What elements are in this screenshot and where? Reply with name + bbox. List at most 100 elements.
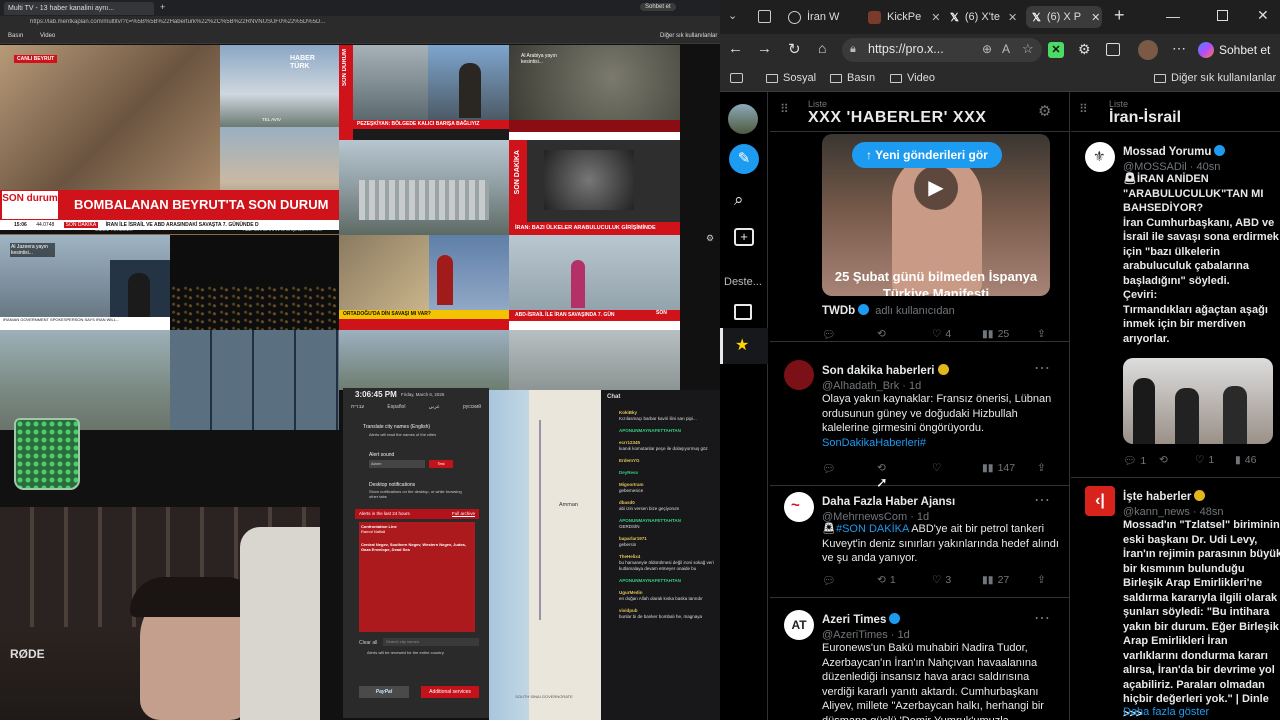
reply-button[interactable]: 💬︎: [822, 462, 835, 475]
tab-multitv[interactable]: Multi TV - 13 haber kanalini aynı...: [4, 2, 154, 15]
lang-russian[interactable]: русский: [463, 404, 481, 410]
tab-iran-war[interactable]: İran W: [782, 6, 858, 28]
lang-spanish[interactable]: Español: [387, 404, 405, 410]
views-button[interactable]: ▮ 46: [1235, 454, 1256, 466]
retweet-button[interactable]: ⟲ 1: [877, 574, 896, 586]
add-column-icon[interactable]: +: [734, 228, 754, 246]
more-options-icon[interactable]: ⋯: [1034, 358, 1050, 378]
zoom-icon[interactable]: ⊕: [982, 42, 992, 56]
chat-username[interactable]: APONUNMAYNAFETTAHTAN: [619, 428, 717, 434]
hashtag-link[interactable]: SonDakikaHaberleri#: [822, 437, 926, 449]
tile-son-durum[interactable]: SON DURUM PEZEŞKİYAN: BÖLGEDE KALICI BAR…: [339, 45, 509, 140]
chat-username[interactable]: DeyRess: [619, 470, 717, 476]
refresh-icon[interactable]: ↻: [788, 40, 801, 58]
map-panel[interactable]: Amman SOUTH SINAI GOVERNORATE: [489, 390, 601, 720]
views-button[interactable]: ▮▮ 147: [982, 462, 1015, 474]
bookmark-basin[interactable]: Basın: [830, 72, 875, 84]
new-tab-plus-icon[interactable]: +: [1114, 5, 1125, 26]
like-button[interactable]: ♡: [932, 462, 941, 474]
favorite-star-icon[interactable]: ☆: [1022, 41, 1034, 57]
author-avatar[interactable]: ‹|: [1085, 486, 1115, 516]
reading-list-icon[interactable]: [730, 73, 743, 83]
workspaces-icon[interactable]: [758, 10, 771, 23]
new-posts-button[interactable]: ↑ Yeni gönderileri gör: [852, 142, 1002, 168]
column-settings-gear-icon[interactable]: ⚙: [1038, 102, 1051, 120]
tile-ortadogu[interactable]: ORTADOĞU'DA DİN SAVAŞI MI VAR?: [339, 235, 509, 330]
tile-hazy-city[interactable]: [509, 330, 680, 390]
compose-post-icon[interactable]: ✎: [729, 144, 759, 174]
address-bar[interactable]: 🔒︎ https://pro.x... ⊕ A ☆: [842, 38, 1042, 62]
search-icon[interactable]: ⌕: [734, 190, 744, 210]
new-tab-button[interactable]: +: [160, 2, 165, 12]
close-icon[interactable]: ✕: [1091, 11, 1100, 24]
share-button[interactable]: ⇪: [1037, 462, 1046, 474]
extensions-puzzle-icon[interactable]: ⚙: [1078, 41, 1091, 58]
views-button[interactable]: ▮▮ 27: [982, 574, 1009, 586]
bookmark-sosyal[interactable]: Sosyal: [766, 72, 816, 84]
reply-button[interactable]: 💬︎: [822, 328, 835, 341]
tile-alarabiya[interactable]: Al Arabiya yayın kesintisi...: [509, 45, 680, 140]
like-button[interactable]: ♡ 4: [932, 328, 951, 340]
tweet-son-dakika[interactable]: Son dakika haberleri @Alhadath_Brk · 1d …: [770, 350, 1069, 490]
back-arrow-icon[interactable]: ←: [728, 40, 743, 57]
tile-son-dakika[interactable]: SON DAKİKA İRAN: BAZI ÜLKELER ARABULUCUL…: [509, 140, 680, 235]
tweet-image[interactable]: [1123, 358, 1273, 444]
more-menu-icon[interactable]: ⋯: [1172, 40, 1186, 57]
account-avatar[interactable]: [728, 104, 758, 134]
copilot-button[interactable]: Sohbet et: [1198, 40, 1278, 60]
tweet-mossad[interactable]: ⚜ Mossad Yorumu @MOSSADil · 40sn 🚨︎İRAN …: [1071, 132, 1280, 478]
close-icon[interactable]: ✕: [1008, 11, 1017, 24]
play-icon[interactable]: ▶: [914, 166, 958, 210]
add-deck-icon[interactable]: [734, 304, 752, 320]
like-button[interactable]: ♡ 3: [932, 574, 951, 586]
settings-gear-icon[interactable]: ⚙: [706, 233, 716, 243]
additional-services-button[interactable]: Additional services: [421, 686, 479, 698]
deck-star-item[interactable]: ★: [720, 328, 768, 364]
tile-night-city[interactable]: [170, 235, 339, 330]
retweet-button[interactable]: ⟲: [877, 328, 886, 340]
tweet-kann[interactable]: ‹| İşte haberler @kann_news · 48sn Mossa…: [1071, 482, 1280, 720]
tile-reporter[interactable]: ABD-İSRAİL İLE İRAN SAVAŞINDA 7. GÜN SON: [509, 235, 680, 330]
show-more-link[interactable]: Daha fazla göster: [1123, 706, 1209, 718]
maximize-icon[interactable]: [1217, 10, 1228, 21]
tab-kick[interactable]: KickPe ✕: [862, 6, 942, 28]
like-button[interactable]: ♡ 1: [1195, 454, 1214, 466]
chat-username[interactable]: ErdemYG: [619, 458, 717, 464]
bookmark-video[interactable]: Video: [40, 33, 55, 39]
read-aloud-icon[interactable]: A: [1002, 42, 1010, 56]
author-avatar[interactable]: ⚜: [1085, 142, 1115, 172]
window-close-icon[interactable]: ✕: [1257, 7, 1269, 24]
tweet-mehr[interactable]: ~ Daha Fazla Haber Ajansı @MehrnewsCom ·…: [770, 486, 1069, 598]
bookmark-video[interactable]: Video: [890, 72, 935, 84]
left-sohbet-button[interactable]: Sohbet et: [640, 3, 676, 11]
hashtag-link[interactable]: #SON DAKİKA: [836, 523, 909, 535]
close-icon[interactable]: ✕: [931, 11, 940, 24]
tile-aerial-city[interactable]: [0, 330, 170, 430]
author-avatar[interactable]: [784, 360, 814, 390]
home-icon[interactable]: ⌂: [818, 40, 826, 56]
tab-x-pro[interactable]: 𝕏 (6) X P ✕: [1026, 6, 1102, 28]
desktop-notif-label[interactable]: Desktop notifications: [369, 482, 415, 488]
chat-username[interactable]: APONUNMAYNAFETTAHTAN: [619, 578, 717, 584]
drag-handle-icon[interactable]: ⠿: [1079, 102, 1088, 116]
profile-avatar[interactable]: [1138, 40, 1158, 60]
forward-arrow-icon[interactable]: →: [757, 40, 772, 57]
sound-select[interactable]: Alarm: [369, 460, 425, 468]
reply-button[interactable]: 💬︎: [822, 574, 835, 587]
left-address-bar[interactable]: https://lab.meritkaplan.com/multitv/?c=%…: [0, 16, 720, 30]
paypal-button[interactable]: PayPal: [359, 686, 409, 698]
tab-x-1[interactable]: 𝕏 (6) X'te ✕: [944, 6, 1022, 28]
author-avatar[interactable]: AT: [784, 610, 814, 640]
more-options-icon[interactable]: ⋯: [1034, 608, 1050, 628]
tile-skyline-2[interactable]: [339, 330, 509, 390]
city-search-input[interactable]: Search city names: [383, 638, 479, 646]
other-bookmarks[interactable]: Diğer sık kullanılanlar: [660, 33, 717, 39]
more-options-icon[interactable]: ⋯: [1034, 490, 1050, 510]
lang-arabic[interactable]: عربي: [429, 404, 440, 410]
test-sound-button[interactable]: Test: [429, 460, 453, 468]
tile-multicam[interactable]: [170, 330, 339, 430]
tile-skyline[interactable]: [339, 140, 509, 235]
clear-all-button[interactable]: Clear all: [359, 640, 377, 646]
retweet-button[interactable]: ⟲: [1159, 454, 1168, 466]
author-name[interactable]: TWDb: [822, 305, 855, 317]
